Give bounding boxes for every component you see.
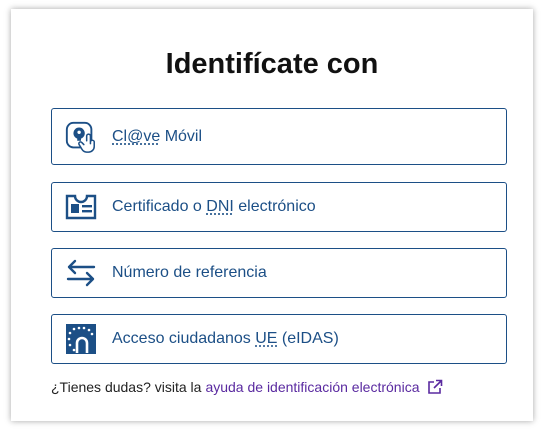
numero-referencia-button[interactable]: Número de referencia xyxy=(51,248,507,298)
clave-abbr: Cl@ve xyxy=(112,127,161,145)
page-title: Identifícate con xyxy=(165,48,379,80)
help-footer: ¿Tienes dudas? visita la ayuda de identi… xyxy=(51,379,443,395)
help-text: ¿Tienes dudas? visita la xyxy=(51,379,202,395)
clave-movil-icon xyxy=(64,120,98,154)
certificado-label-rest: electrónico xyxy=(233,198,316,215)
clave-movil-button[interactable]: Cl@ve Móvil xyxy=(51,108,507,165)
clave-movil-label: Cl@ve Móvil xyxy=(112,128,202,146)
dni-abbr: DNI xyxy=(206,198,234,215)
acceso-ue-label: Acceso ciudadanos UE (eIDAS) xyxy=(112,330,339,348)
certificado-dni-label: Certificado o DNI electrónico xyxy=(112,198,316,216)
login-panel: Identifícate con Cl@ve Móvil Certificado… xyxy=(11,9,533,421)
acceso-ue-button[interactable]: Acceso ciudadanos UE (eIDAS) xyxy=(51,314,507,364)
certificado-label-pre: Certificado o xyxy=(112,198,207,215)
id-card-icon xyxy=(64,190,98,224)
clave-movil-label-rest: Móvil xyxy=(160,127,203,145)
swap-arrows-icon xyxy=(64,256,98,290)
numero-referencia-label: Número de referencia xyxy=(112,264,267,281)
acceso-label-rest: (eIDAS) xyxy=(277,330,339,347)
external-link-icon[interactable] xyxy=(427,379,443,395)
eu-flag-icon xyxy=(64,322,98,356)
certificado-dni-button[interactable]: Certificado o DNI electrónico xyxy=(51,182,507,232)
ue-abbr: UE xyxy=(255,330,278,347)
acceso-label-pre: Acceso ciudadanos xyxy=(112,330,256,347)
help-link[interactable]: ayuda de identificación electrónica xyxy=(205,379,419,395)
